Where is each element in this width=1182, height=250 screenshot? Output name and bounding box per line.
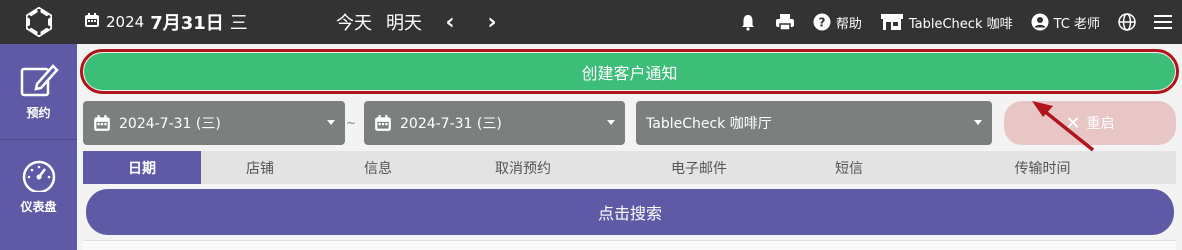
create-notification-highlight: 创建客户通知 [80, 49, 1179, 94]
tab-cancel-reservation[interactable]: 取消预约 [437, 151, 609, 184]
venue-label: TableCheck 咖啡 [908, 16, 1013, 32]
user-icon [1031, 13, 1049, 31]
sidebar: 预约 仪表盘 [0, 44, 77, 250]
main-panel: 创建客户通知 2024-7-31 (三) ~ 2024-7-31 (三) Tab… [77, 44, 1182, 250]
date-to-select[interactable]: 2024-7-31 (三) [364, 101, 625, 145]
gauge-icon [22, 160, 55, 192]
top-right-menu: ? 帮助 TableCheck 咖啡 TC 老师 [739, 0, 1182, 44]
venue-select-value: TableCheck 咖啡厅 [646, 116, 772, 132]
tomorrow-button[interactable]: 明天 [386, 9, 422, 35]
date-picker[interactable]: 2024 7月31日 三 [84, 0, 248, 44]
user-label: TC 老师 [1053, 16, 1100, 32]
tab-store[interactable]: 店铺 [201, 151, 319, 184]
date-year: 2024 [106, 13, 145, 31]
calendar-icon [94, 115, 110, 131]
sidebar-item-label: 仪表盘 [20, 199, 57, 214]
print-icon[interactable] [775, 13, 795, 31]
user-button[interactable]: TC 老师 [1031, 13, 1100, 32]
sidebar-item-label: 预约 [26, 106, 51, 120]
venue-button[interactable]: TableCheck 咖啡 [880, 13, 1013, 32]
today-button[interactable]: 今天 [336, 9, 372, 35]
help-label: 帮助 [835, 16, 862, 32]
logo-icon[interactable] [0, 0, 77, 44]
top-bar: 2024 7月31日 三 今天 明天 ‹ › ? 帮助 TableCheck 咖… [0, 0, 1182, 44]
help-icon: ? [813, 13, 831, 31]
date-range-separator: ~ [346, 116, 357, 130]
globe-icon[interactable] [1118, 13, 1136, 31]
column-tabs: 日期 店铺 信息 取消预约 电子邮件 短信 传输时间 [83, 151, 1176, 184]
venue-select[interactable]: TableCheck 咖啡厅 [636, 101, 992, 145]
date-to-value: 2024-7-31 (三) [400, 116, 502, 132]
reset-button[interactable]: ✕ 重启 [1004, 101, 1176, 145]
date-weekday: 三 [229, 13, 248, 34]
tab-date[interactable]: 日期 [83, 151, 201, 184]
reset-label: 重启 [1086, 116, 1115, 132]
close-icon: ✕ [1065, 112, 1081, 134]
chevron-left-icon[interactable]: ‹ [436, 10, 464, 35]
caret-down-icon [327, 120, 335, 125]
chevron-right-icon[interactable]: › [478, 10, 506, 35]
tab-sms[interactable]: 短信 [789, 151, 909, 184]
help-button[interactable]: ? 帮助 [813, 13, 862, 32]
calendar-icon [375, 115, 391, 131]
date-month-day: 7月31日 [150, 13, 224, 34]
caret-down-icon [974, 120, 982, 125]
store-icon [880, 14, 903, 30]
calendar-icon [84, 12, 100, 32]
svg-text:?: ? [818, 16, 825, 30]
create-notification-button[interactable]: 创建客户通知 [84, 53, 1175, 90]
menu-icon[interactable] [1154, 14, 1172, 30]
day-navigation: 今天 明天 ‹ › [336, 0, 506, 44]
tab-transmission-time[interactable]: 传输时间 [909, 151, 1176, 184]
date-from-select[interactable]: 2024-7-31 (三) [83, 101, 345, 145]
search-button[interactable]: 点击搜索 [86, 189, 1174, 235]
caret-down-icon [607, 120, 615, 125]
results-area [83, 240, 1176, 250]
tab-message[interactable]: 信息 [319, 151, 437, 184]
sidebar-item-reservations[interactable]: 预约 [0, 44, 77, 139]
tab-email[interactable]: 电子邮件 [609, 151, 789, 184]
bell-icon[interactable] [739, 13, 757, 31]
edit-icon [20, 64, 59, 97]
sidebar-item-dashboard[interactable]: 仪表盘 [0, 139, 77, 234]
date-from-value: 2024-7-31 (三) [119, 116, 221, 132]
